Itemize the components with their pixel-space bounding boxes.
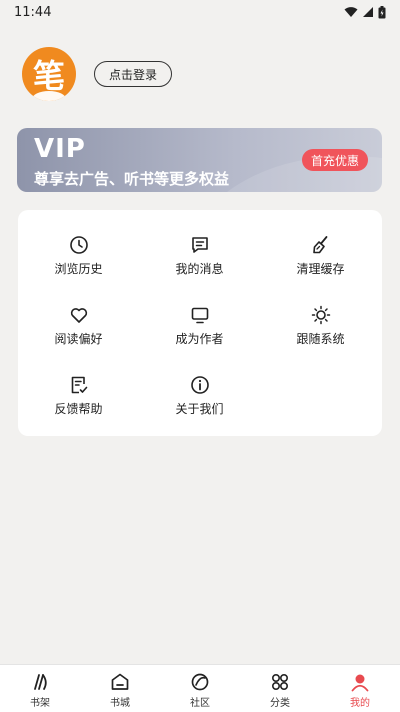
status-bar: 11:44	[0, 0, 400, 24]
status-time: 11:44	[14, 4, 52, 20]
message-icon	[191, 237, 208, 253]
avatar[interactable]: 笔	[22, 47, 76, 101]
menu-item-browse-history[interactable]: 浏览历史	[18, 234, 139, 294]
wifi-icon	[344, 7, 358, 17]
bottom-nav: 书架 书城 社区 分类 我的	[0, 664, 400, 712]
profile-header: 笔 点击登录	[22, 46, 173, 102]
menu-item-label: 反馈帮助	[54, 402, 103, 416]
login-button[interactable]: 点击登录	[94, 61, 173, 87]
menu-item-label: 阅读偏好	[54, 332, 103, 346]
clock-icon	[69, 236, 88, 254]
menu-item-clear-cache[interactable]: 清理缓存	[260, 234, 381, 294]
nav-label: 社区	[190, 698, 210, 709]
menu-item-feedback-help[interactable]: 反馈帮助	[18, 374, 139, 434]
feedback-icon	[71, 376, 87, 394]
menu-item-become-author[interactable]: 成为作者	[139, 304, 260, 364]
vip-title: VIP	[34, 134, 86, 164]
info-icon	[190, 376, 209, 394]
menu-item-label: 清理缓存	[296, 262, 345, 276]
bookstore-icon	[111, 673, 129, 690]
vip-offer-button[interactable]: 首充优惠	[301, 149, 368, 171]
nav-item-category[interactable]: 分类	[240, 665, 320, 712]
vip-subtitle: 尊享去广告、听书等更多权益	[34, 170, 230, 188]
menu-item-label: 跟随系统	[296, 332, 345, 346]
nav-item-bookstore[interactable]: 书城	[80, 665, 160, 712]
category-icon	[271, 673, 289, 691]
community-icon	[191, 673, 209, 691]
broom-icon	[312, 236, 327, 254]
menu-card: 浏览历史 我的消息 清理缓存 阅读偏好 成为作者 跟随系统 反馈帮助 关于我们	[18, 210, 382, 436]
nav-label: 分类	[270, 698, 290, 709]
battery-icon	[378, 5, 386, 18]
menu-item-messages[interactable]: 我的消息	[139, 234, 260, 294]
sun-icon	[311, 305, 330, 325]
nav-item-bookshelf[interactable]: 书架	[0, 665, 80, 712]
menu-item-label: 关于我们	[175, 402, 224, 416]
menu-item-about-us[interactable]: 关于我们	[139, 374, 260, 434]
heart-icon	[70, 308, 87, 323]
signal-icon	[363, 7, 373, 17]
menu-item-label: 我的消息	[175, 262, 224, 276]
bookshelf-icon	[34, 674, 47, 690]
menu-item-follow-system[interactable]: 跟随系统	[260, 304, 381, 364]
menu-item-label: 浏览历史	[54, 262, 103, 276]
nav-label: 书架	[30, 698, 50, 709]
menu-item-label: 成为作者	[175, 332, 224, 346]
profile-icon	[351, 674, 369, 692]
nav-item-community[interactable]: 社区	[160, 665, 240, 712]
nav-item-profile[interactable]: 我的	[320, 665, 400, 712]
vip-banner[interactable]: VIP 尊享去广告、听书等更多权益 首充优惠	[17, 128, 382, 192]
status-icons	[344, 5, 386, 19]
nav-label: 书城	[110, 698, 130, 709]
nav-label: 我的	[350, 698, 370, 709]
menu-item-reading-preferences[interactable]: 阅读偏好	[18, 304, 139, 364]
monitor-icon	[191, 307, 208, 324]
avatar-text: 笔	[32, 57, 65, 95]
